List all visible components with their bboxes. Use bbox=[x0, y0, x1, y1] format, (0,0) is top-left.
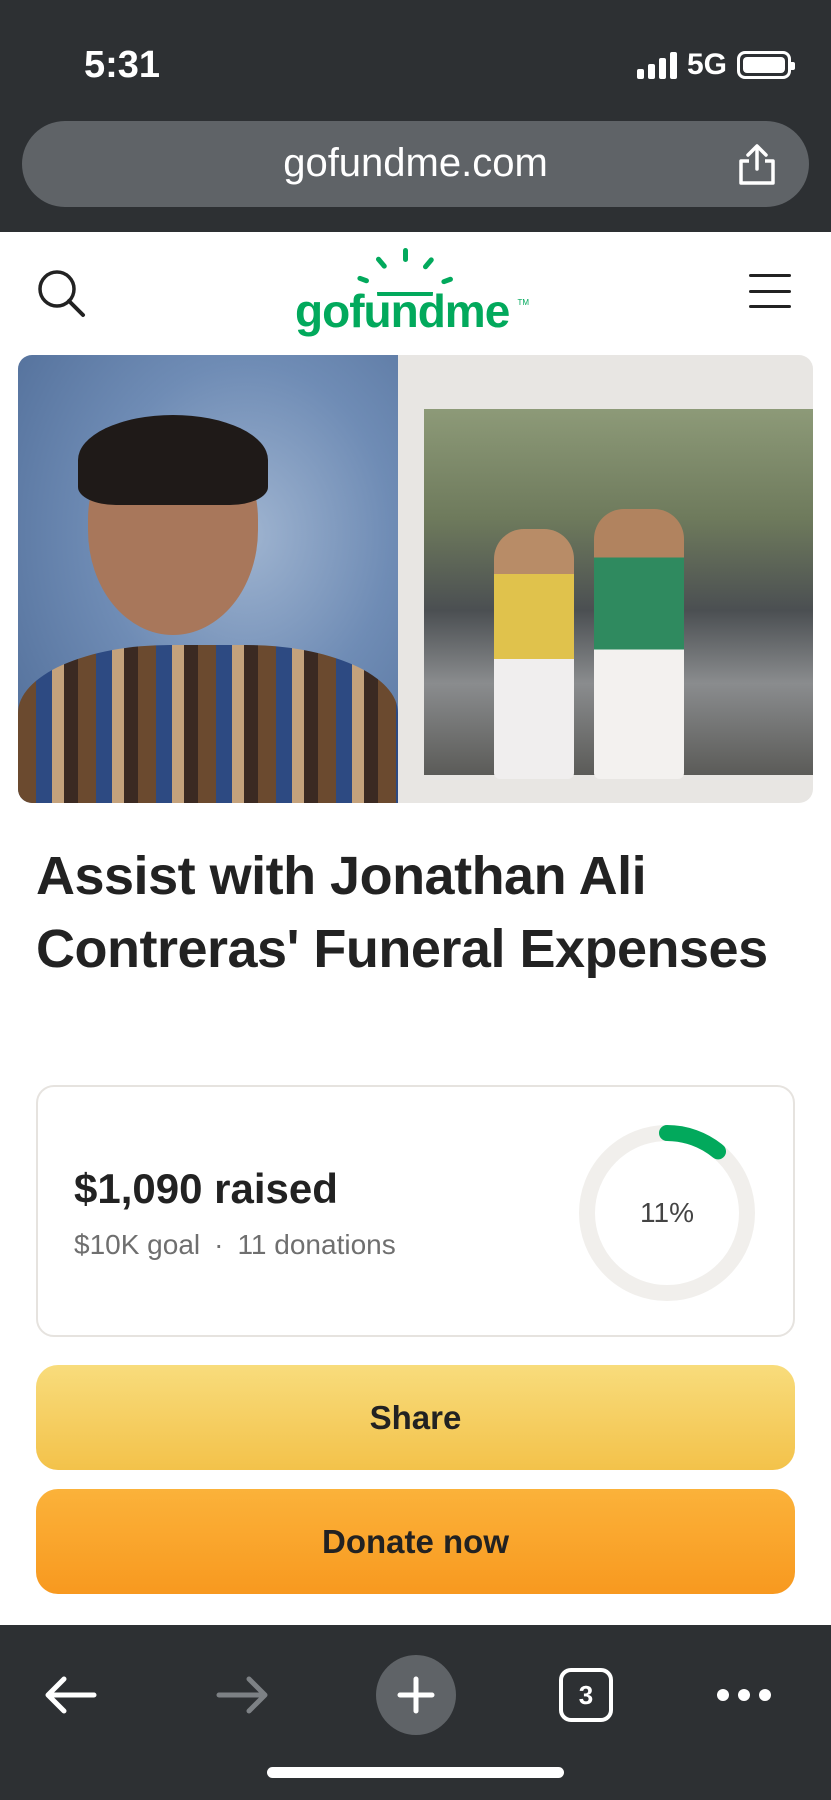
goal-amount: $10K goal bbox=[74, 1229, 201, 1260]
status-indicators: 5G bbox=[636, 48, 795, 82]
menu-icon[interactable] bbox=[749, 274, 791, 308]
gofundme-logo[interactable]: gofundme TM bbox=[295, 246, 535, 346]
forward-arrow-icon[interactable] bbox=[203, 1655, 283, 1735]
logo-wordmark: gofundme bbox=[295, 285, 510, 337]
battery-icon bbox=[737, 51, 795, 79]
share-icon[interactable] bbox=[735, 143, 779, 187]
more-icon[interactable] bbox=[704, 1655, 784, 1735]
school-portrait-photo bbox=[18, 355, 398, 803]
logo-trademark: TM bbox=[517, 298, 529, 307]
donate-now-button[interactable]: Donate now bbox=[36, 1489, 795, 1594]
address-bar[interactable]: gofundme.com bbox=[22, 121, 809, 207]
url-text: gofundme.com bbox=[283, 141, 548, 185]
meta-separator: · bbox=[214, 1229, 224, 1260]
site-header: gofundme TM bbox=[0, 232, 831, 356]
tabs-icon[interactable]: 3 bbox=[546, 1655, 626, 1735]
home-indicator bbox=[267, 1767, 564, 1778]
status-time: 5:31 bbox=[84, 44, 161, 86]
campaign-title: Assist with Jonathan Ali Contreras' Fune… bbox=[36, 846, 768, 979]
network-type: 5G bbox=[686, 48, 727, 81]
back-arrow-icon[interactable] bbox=[30, 1655, 110, 1735]
childhood-photo bbox=[398, 355, 813, 803]
search-icon[interactable] bbox=[36, 268, 88, 320]
goal-meta: $10K goal · 11 donations bbox=[74, 1229, 396, 1261]
share-button[interactable]: Share bbox=[36, 1365, 795, 1470]
tab-count: 3 bbox=[559, 1668, 613, 1722]
plus-icon[interactable] bbox=[376, 1655, 456, 1735]
campaign-hero-image[interactable] bbox=[18, 355, 813, 803]
signal-icon bbox=[636, 51, 677, 79]
donation-count: 11 donations bbox=[237, 1229, 396, 1260]
donation-progress-card: $1,090 raised $10K goal · 11 donations 1… bbox=[36, 1085, 795, 1337]
browser-top-bar: 5:31 5G gofundme.com bbox=[0, 0, 831, 232]
amount-raised: $1,090 raised bbox=[74, 1165, 338, 1212]
progress-percent: 11% bbox=[640, 1197, 694, 1228]
